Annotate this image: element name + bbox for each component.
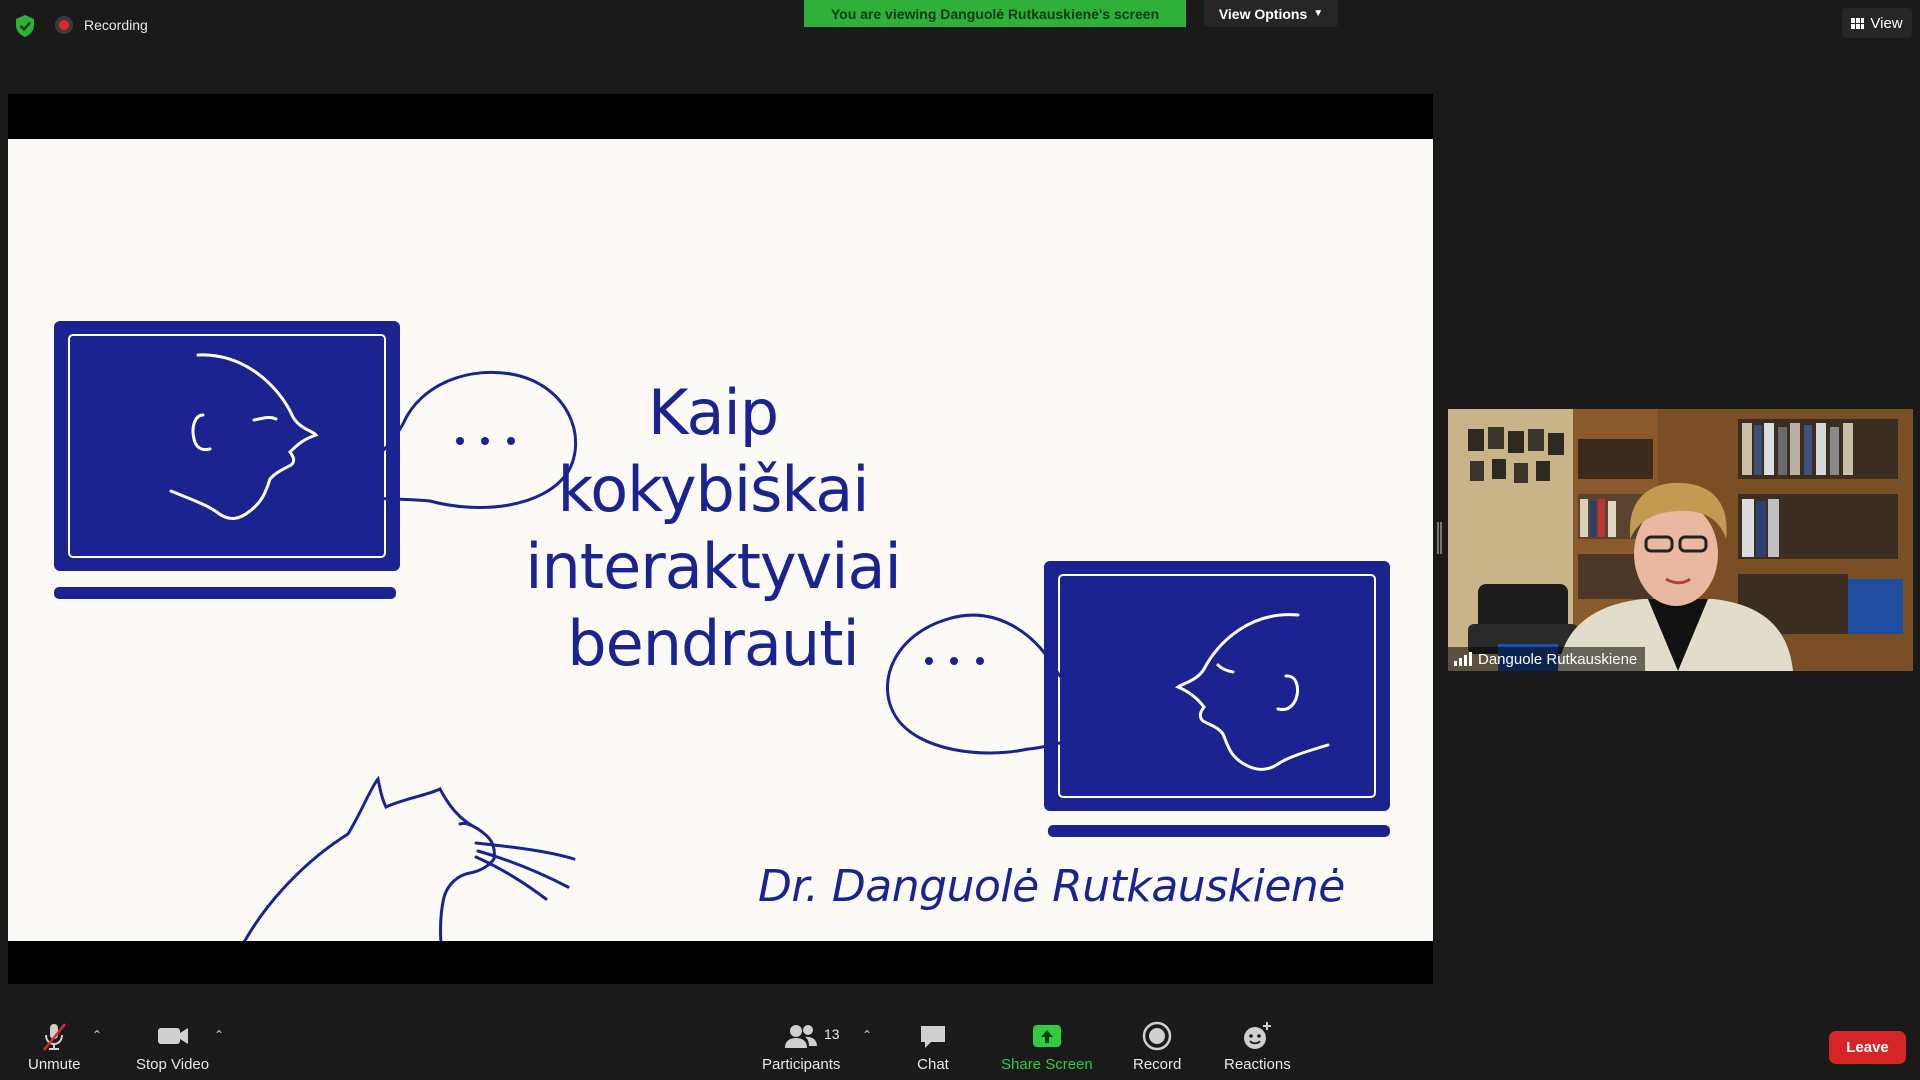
connection-signal-icon xyxy=(1454,652,1472,666)
presentation-slide: Kaip kokybiškai interaktyviai bendrauti … xyxy=(8,139,1433,941)
stop-video-label: Stop Video xyxy=(136,1056,210,1073)
gallery-grid-icon xyxy=(1851,17,1865,29)
panel-resize-handle[interactable] xyxy=(1437,522,1442,554)
record-button[interactable]: Record xyxy=(1133,1020,1181,1073)
chat-button[interactable]: Chat xyxy=(917,1020,949,1073)
reactions-button[interactable]: Reactions xyxy=(1224,1020,1291,1073)
audio-options-caret-icon[interactable]: ⌃ xyxy=(92,1028,102,1042)
recording-indicator-icon[interactable] xyxy=(55,16,73,34)
view-options-button[interactable]: View Options ▼ xyxy=(1204,0,1338,27)
participants-options-caret-icon[interactable]: ⌃ xyxy=(862,1028,872,1042)
participants-count: 13 xyxy=(824,1026,840,1042)
right-laptop-illustration xyxy=(1044,561,1390,837)
stop-video-button[interactable]: Stop Video xyxy=(136,1020,209,1073)
participants-icon xyxy=(783,1020,819,1052)
view-button[interactable]: View xyxy=(1842,8,1912,38)
shared-screen: Kaip kokybiškai interaktyviai bendrauti … xyxy=(8,94,1433,984)
left-laptop-illustration xyxy=(54,321,400,599)
slide-title-line: kokybiškai xyxy=(557,453,870,526)
chevron-down-icon: ▼ xyxy=(1313,8,1324,19)
leave-button[interactable]: Leave xyxy=(1829,1031,1906,1064)
participant-name-label: Danguole Rutkauskiene xyxy=(1448,647,1646,671)
smiley-plus-icon xyxy=(1240,1020,1274,1052)
slide-title-line: bendrauti xyxy=(567,607,859,680)
share-screen-icon xyxy=(1030,1020,1064,1052)
slide-author: Dr. Danguolė Rutkauskienė xyxy=(758,861,1345,912)
share-screen-label: Share Screen xyxy=(1001,1056,1093,1073)
reactions-label: Reactions xyxy=(1224,1056,1291,1073)
meeting-toolbar: Unmute ⌃ Stop Video ⌃ Participants 13 ⌃ xyxy=(0,1010,1920,1080)
slide-title-line: Kaip xyxy=(647,376,779,449)
chat-bubble-icon xyxy=(917,1020,949,1052)
slide-title: Kaip kokybiškai interaktyviai bendrauti xyxy=(463,374,963,682)
slide-title-line: interaktyviai xyxy=(525,530,902,603)
cat-illustration xyxy=(243,775,576,941)
record-label: Record xyxy=(1133,1056,1182,1073)
participant-name: Danguole Rutkauskiene xyxy=(1478,650,1638,668)
muted-microphone-icon xyxy=(38,1020,70,1052)
share-screen-button[interactable]: Share Screen xyxy=(1001,1020,1093,1073)
unmute-label: Unmute xyxy=(28,1056,81,1073)
participant-video-feed xyxy=(1448,409,1913,671)
participants-label: Participants xyxy=(762,1056,841,1073)
recording-label: Recording xyxy=(84,17,148,33)
participant-video-tile[interactable]: Danguole Rutkauskiene xyxy=(1448,409,1913,671)
video-options-caret-icon[interactable]: ⌃ xyxy=(214,1028,224,1042)
chat-label: Chat xyxy=(917,1056,949,1073)
video-camera-icon xyxy=(156,1020,190,1052)
top-bar: Recording You are viewing Danguolė Rutka… xyxy=(0,0,1920,50)
unmute-button[interactable]: Unmute xyxy=(28,1020,81,1073)
encryption-shield-icon[interactable] xyxy=(14,14,36,38)
view-options-label: View Options xyxy=(1218,5,1308,22)
viewing-screen-banner: You are viewing Danguolė Rutkauskienė's … xyxy=(804,0,1186,27)
record-icon xyxy=(1141,1020,1173,1052)
view-label: View xyxy=(1870,14,1903,32)
